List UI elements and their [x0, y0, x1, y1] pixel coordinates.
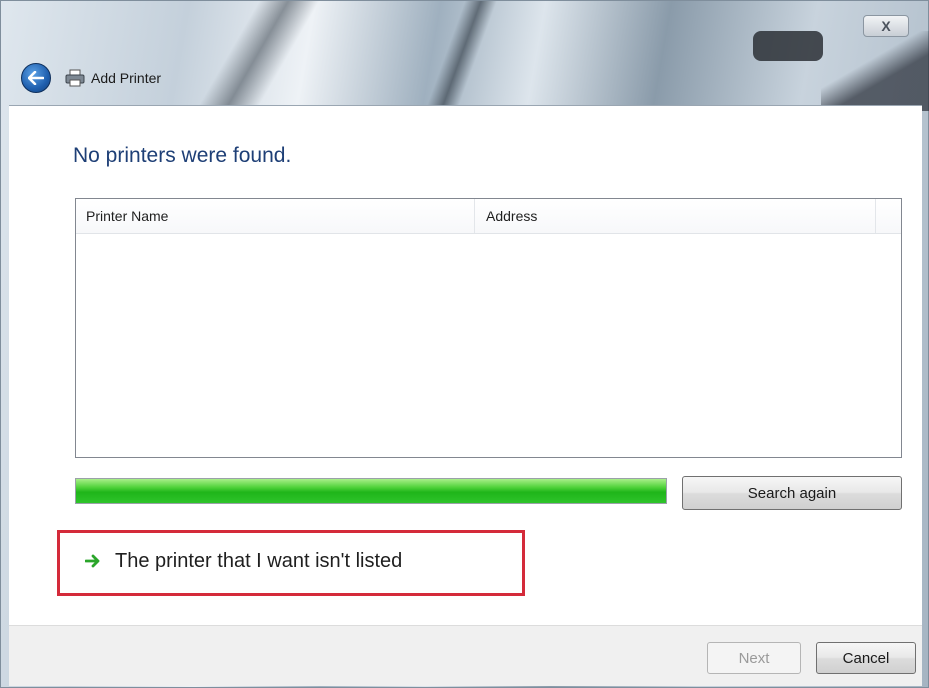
close-icon: X: [881, 18, 891, 34]
back-arrow-icon: [28, 71, 44, 85]
printer-list[interactable]: Printer Name Address: [75, 198, 902, 458]
column-header-printer-name[interactable]: Printer Name: [86, 208, 168, 224]
back-button[interactable]: [21, 63, 51, 93]
cancel-button[interactable]: Cancel: [816, 642, 916, 674]
window-title: Add Printer: [91, 70, 162, 86]
content-pane: No printers were found. Printer Name Add…: [9, 105, 922, 626]
add-printer-window: X Add Printer No printers were found. Pr…: [0, 0, 929, 688]
glass-background: [821, 31, 929, 111]
footer: Next Cancel: [9, 625, 922, 686]
glass-background: [753, 31, 823, 61]
printer-not-listed-label: The printer that I want isn't listed: [115, 549, 403, 572]
column-divider[interactable]: [474, 199, 475, 233]
search-progress-bar: [75, 478, 667, 504]
title-bar: Add Printer: [21, 63, 161, 93]
search-again-button[interactable]: Search again: [682, 476, 902, 510]
printer-icon: [65, 69, 85, 87]
close-button[interactable]: X: [863, 15, 909, 37]
column-header-address[interactable]: Address: [486, 208, 537, 224]
column-divider[interactable]: [875, 199, 876, 233]
green-arrow-icon: [85, 554, 100, 568]
progress-fill: [76, 479, 666, 503]
page-heading: No printers were found.: [73, 144, 292, 167]
glass-background: [181, 1, 341, 111]
list-header: Printer Name Address: [76, 199, 901, 234]
printer-not-listed-link[interactable]: The printer that I want isn't listed: [85, 546, 402, 576]
next-button[interactable]: Next: [707, 642, 801, 674]
glass-background: [401, 1, 521, 111]
